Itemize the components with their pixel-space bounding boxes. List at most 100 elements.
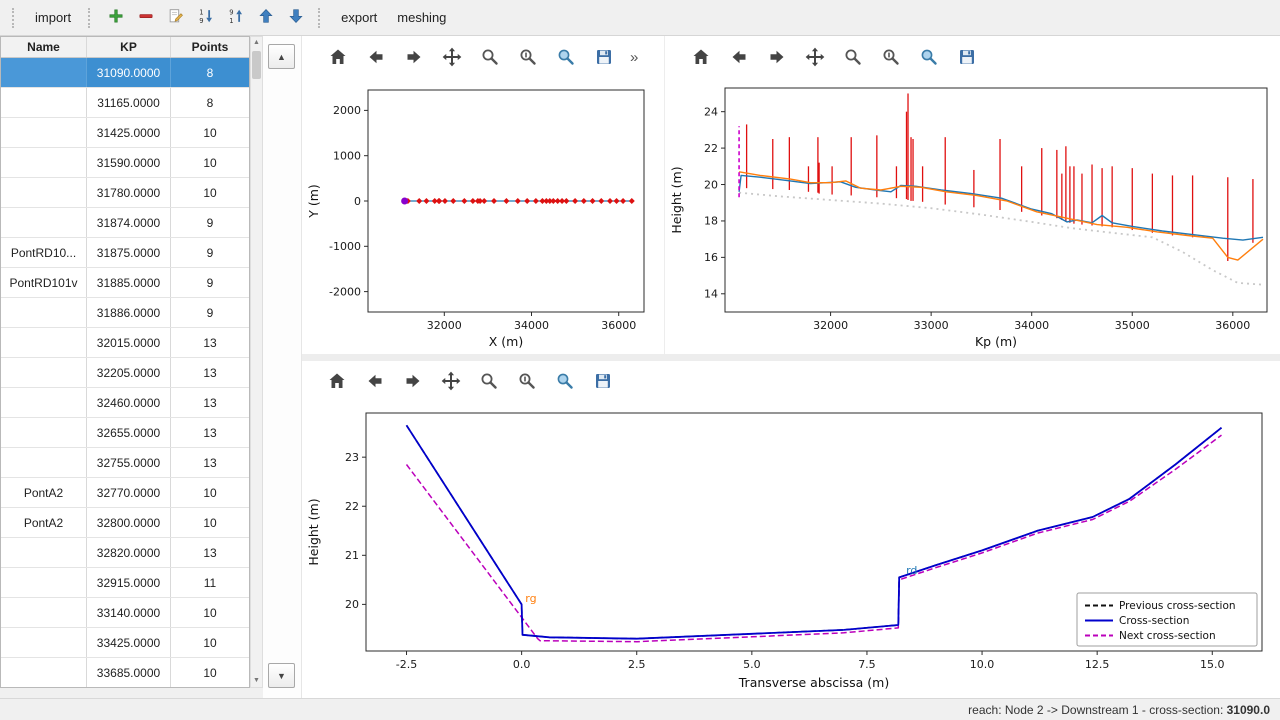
table-row[interactable]: PontRD101v31885.00009 [1, 268, 249, 298]
zoom-region-button[interactable] [552, 44, 578, 70]
back-button[interactable] [362, 369, 388, 395]
import-button[interactable]: import [26, 5, 80, 30]
zoom-region-icon [554, 47, 576, 67]
forward-icon [765, 47, 787, 67]
table-row[interactable]: 32205.000013 [1, 358, 249, 388]
save-button[interactable] [590, 369, 616, 395]
save-icon [593, 371, 613, 394]
svg-text:rg: rg [525, 592, 536, 605]
meshing-button[interactable]: meshing [388, 5, 455, 30]
move-up-button[interactable] [252, 4, 280, 32]
forward-button[interactable] [400, 44, 426, 70]
back-icon [727, 47, 749, 67]
scrollbar-thumb[interactable] [252, 51, 261, 79]
table-row[interactable]: 31090.00008 [1, 58, 249, 88]
table-row[interactable]: 31874.00009 [1, 208, 249, 238]
zoom-region-button[interactable] [552, 369, 578, 395]
table-row[interactable]: 31590.000010 [1, 148, 249, 178]
cell-name [1, 298, 87, 327]
sort-desc-button[interactable]: 91 [222, 4, 250, 32]
cell-name [1, 658, 87, 687]
pan-button[interactable] [801, 44, 827, 70]
cell-points: 9 [171, 268, 249, 297]
add-button[interactable] [102, 4, 130, 32]
edit-button[interactable] [162, 4, 190, 32]
forward-button[interactable] [400, 369, 426, 395]
zoom-button[interactable] [839, 44, 865, 70]
export-button[interactable]: export [332, 5, 386, 30]
zoom-info-button[interactable] [514, 369, 540, 395]
column-header-kp[interactable]: KP [87, 37, 171, 57]
forward-button[interactable] [763, 44, 789, 70]
main-area: Name KP Points 31090.0000831165.00008314… [0, 36, 1280, 698]
table-row[interactable]: 32755.000013 [1, 448, 249, 478]
cell-points: 10 [171, 178, 249, 207]
back-button[interactable] [725, 44, 751, 70]
zoom-button[interactable] [476, 369, 502, 395]
zoom-info-button[interactable] [877, 44, 903, 70]
table-row[interactable]: 32015.000013 [1, 328, 249, 358]
cell-name [1, 388, 87, 417]
svg-text:22: 22 [704, 142, 718, 155]
forward-icon [403, 371, 423, 394]
column-header-name[interactable]: Name [1, 37, 87, 57]
home-button[interactable] [324, 44, 350, 70]
table-row[interactable]: 33685.000010 [1, 658, 249, 688]
scroll-up-arrow-icon[interactable]: ▲ [251, 37, 262, 49]
svg-text:0: 0 [354, 195, 361, 208]
cell-name [1, 628, 87, 657]
column-header-points[interactable]: Points [171, 37, 249, 57]
longitudinal-profile-chart[interactable]: 3200033000340003500036000141618202224Kp … [667, 78, 1277, 354]
plan-view-chart[interactable]: 320003400036000-2000-1000010002000X (m)Y… [304, 78, 656, 354]
svg-text:2000: 2000 [333, 104, 361, 117]
home-button[interactable] [324, 369, 350, 395]
cell-kp: 33140.0000 [87, 598, 171, 627]
row-navigation-strip: ▲ ▼ [263, 36, 301, 698]
page-down-button[interactable]: ▼ [268, 663, 295, 688]
zoom-button[interactable] [476, 44, 502, 70]
table-row[interactable]: 32460.000013 [1, 388, 249, 418]
pan-button[interactable] [438, 44, 464, 70]
remove-button[interactable] [132, 4, 160, 32]
svg-text:36000: 36000 [1215, 319, 1250, 332]
horizontal-divider [302, 354, 1280, 361]
zoom-info-button[interactable] [514, 44, 540, 70]
save-button[interactable] [590, 44, 616, 70]
table-row[interactable]: 31165.00008 [1, 88, 249, 118]
zoom-info-icon [517, 371, 537, 394]
save-button[interactable] [953, 44, 979, 70]
table-row[interactable]: 32915.000011 [1, 568, 249, 598]
sort-asc-button[interactable]: 19 [192, 4, 220, 32]
cell-kp: 31425.0000 [87, 118, 171, 147]
table-row[interactable]: 31425.000010 [1, 118, 249, 148]
move-down-button[interactable] [282, 4, 310, 32]
table-row[interactable]: 33425.000010 [1, 628, 249, 658]
cell-points: 10 [171, 628, 249, 657]
zoom-region-button[interactable] [915, 44, 941, 70]
table-row[interactable]: 32820.000013 [1, 538, 249, 568]
table-row[interactable]: 31886.00009 [1, 298, 249, 328]
pan-icon [439, 46, 463, 68]
toolbar-overflow-chevron[interactable]: » [630, 49, 638, 66]
home-button[interactable] [687, 44, 713, 70]
svg-text:23: 23 [345, 451, 359, 464]
zoom-icon [478, 47, 500, 67]
cross-section-chart[interactable]: rgrd-2.50.02.55.07.510.012.515.020212223… [304, 403, 1274, 695]
table-row[interactable]: PontA232800.000010 [1, 508, 249, 538]
table-row[interactable]: PontRD10...31875.00009 [1, 238, 249, 268]
table-scrollbar[interactable]: ▲ ▼ [250, 36, 263, 688]
pan-button[interactable] [438, 369, 464, 395]
cell-name: PontA2 [1, 478, 87, 507]
table-row[interactable]: 31780.000010 [1, 178, 249, 208]
table-row[interactable]: 33140.000010 [1, 598, 249, 628]
back-button[interactable] [362, 44, 388, 70]
status-cross-section-value: 31090.0 [1227, 703, 1270, 717]
svg-text:-2.5: -2.5 [396, 658, 417, 671]
cell-name [1, 178, 87, 207]
table-row[interactable]: PontA232770.000010 [1, 478, 249, 508]
page-up-button[interactable]: ▲ [268, 44, 295, 69]
save-icon [955, 47, 977, 67]
pan-icon [440, 370, 462, 395]
scroll-down-arrow-icon[interactable]: ▼ [251, 675, 262, 687]
table-row[interactable]: 32655.000013 [1, 418, 249, 448]
